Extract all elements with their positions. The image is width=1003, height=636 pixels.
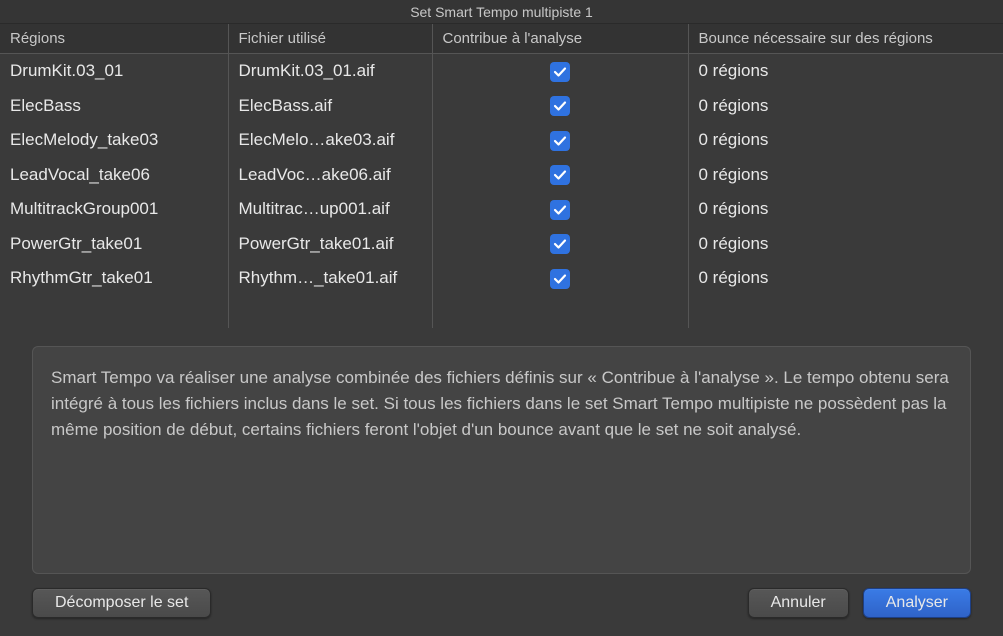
contrib-checkbox[interactable] bbox=[550, 62, 570, 82]
table-row[interactable]: RhythmGtr_take01Rhythm…_take01.aif 0 régi… bbox=[0, 261, 1003, 296]
column-header-bounce[interactable]: Bounce nécessaire sur des régions bbox=[688, 24, 1003, 54]
table-row[interactable]: DrumKit.03_01DrumKit.03_01.aif 0 régions bbox=[0, 54, 1003, 89]
contrib-checkbox[interactable] bbox=[550, 234, 570, 254]
column-header-file[interactable]: Fichier utilisé bbox=[228, 24, 432, 54]
cell-file: Rhythm…_take01.aif bbox=[228, 261, 432, 296]
cell-contrib bbox=[432, 227, 688, 262]
cell-bounce: 0 régions bbox=[688, 192, 1003, 227]
cell-contrib bbox=[432, 89, 688, 124]
regions-table-container: Régions Fichier utilisé Contribue à l'an… bbox=[0, 24, 1003, 328]
cell-file: PowerGtr_take01.aif bbox=[228, 227, 432, 262]
table-spacer-row bbox=[0, 296, 1003, 328]
cell-contrib bbox=[432, 261, 688, 296]
decompose-button[interactable]: Décomposer le set bbox=[32, 588, 211, 618]
table-row[interactable]: PowerGtr_take01PowerGtr_take01.aif 0 régi… bbox=[0, 227, 1003, 262]
checkmark-icon bbox=[553, 65, 567, 79]
cell-region: DrumKit.03_01 bbox=[0, 54, 228, 89]
cell-file: Multitrac…up001.aif bbox=[228, 192, 432, 227]
button-bar: Décomposer le set Annuler Analyser bbox=[0, 574, 1003, 636]
info-panel: Smart Tempo va réaliser une analyse comb… bbox=[32, 346, 971, 574]
window-title: Set Smart Tempo multipiste 1 bbox=[0, 0, 1003, 24]
cell-region: ElecMelody_take03 bbox=[0, 123, 228, 158]
cell-region: PowerGtr_take01 bbox=[0, 227, 228, 262]
smart-tempo-window: Set Smart Tempo multipiste 1 Régions Fic… bbox=[0, 0, 1003, 636]
analyze-button[interactable]: Analyser bbox=[863, 588, 971, 618]
checkmark-icon bbox=[553, 237, 567, 251]
checkmark-icon bbox=[553, 134, 567, 148]
cell-bounce: 0 régions bbox=[688, 54, 1003, 89]
column-header-regions[interactable]: Régions bbox=[0, 24, 228, 54]
cell-bounce: 0 régions bbox=[688, 158, 1003, 193]
table-row[interactable]: ElecBassElecBass.aif 0 régions bbox=[0, 89, 1003, 124]
table-row[interactable]: ElecMelody_take03ElecMelo…ake03.aif 0 rég… bbox=[0, 123, 1003, 158]
cell-region: MultitrackGroup001 bbox=[0, 192, 228, 227]
checkmark-icon bbox=[553, 203, 567, 217]
cell-file: LeadVoc…ake06.aif bbox=[228, 158, 432, 193]
contrib-checkbox[interactable] bbox=[550, 96, 570, 116]
cell-region: RhythmGtr_take01 bbox=[0, 261, 228, 296]
cell-region: LeadVocal_take06 bbox=[0, 158, 228, 193]
contrib-checkbox[interactable] bbox=[550, 131, 570, 151]
cell-file: ElecMelo…ake03.aif bbox=[228, 123, 432, 158]
table-row[interactable]: LeadVocal_take06LeadVoc…ake06.aif 0 régio… bbox=[0, 158, 1003, 193]
cell-contrib bbox=[432, 54, 688, 89]
cancel-button[interactable]: Annuler bbox=[748, 588, 849, 618]
checkmark-icon bbox=[553, 99, 567, 113]
cell-bounce: 0 régions bbox=[688, 227, 1003, 262]
column-header-contrib[interactable]: Contribue à l'analyse bbox=[432, 24, 688, 54]
contrib-checkbox[interactable] bbox=[550, 200, 570, 220]
checkmark-icon bbox=[553, 272, 567, 286]
cell-bounce: 0 régions bbox=[688, 123, 1003, 158]
contrib-checkbox[interactable] bbox=[550, 269, 570, 289]
cell-contrib bbox=[432, 123, 688, 158]
contrib-checkbox[interactable] bbox=[550, 165, 570, 185]
table-row[interactable]: MultitrackGroup001Multitrac…up001.aif 0 r… bbox=[0, 192, 1003, 227]
cell-bounce: 0 régions bbox=[688, 261, 1003, 296]
info-text: Smart Tempo va réaliser une analyse comb… bbox=[51, 368, 949, 440]
cell-bounce: 0 régions bbox=[688, 89, 1003, 124]
cell-contrib bbox=[432, 158, 688, 193]
cell-file: ElecBass.aif bbox=[228, 89, 432, 124]
checkmark-icon bbox=[553, 168, 567, 182]
regions-table: Régions Fichier utilisé Contribue à l'an… bbox=[0, 24, 1003, 328]
cell-region: ElecBass bbox=[0, 89, 228, 124]
cell-file: DrumKit.03_01.aif bbox=[228, 54, 432, 89]
cell-contrib bbox=[432, 192, 688, 227]
